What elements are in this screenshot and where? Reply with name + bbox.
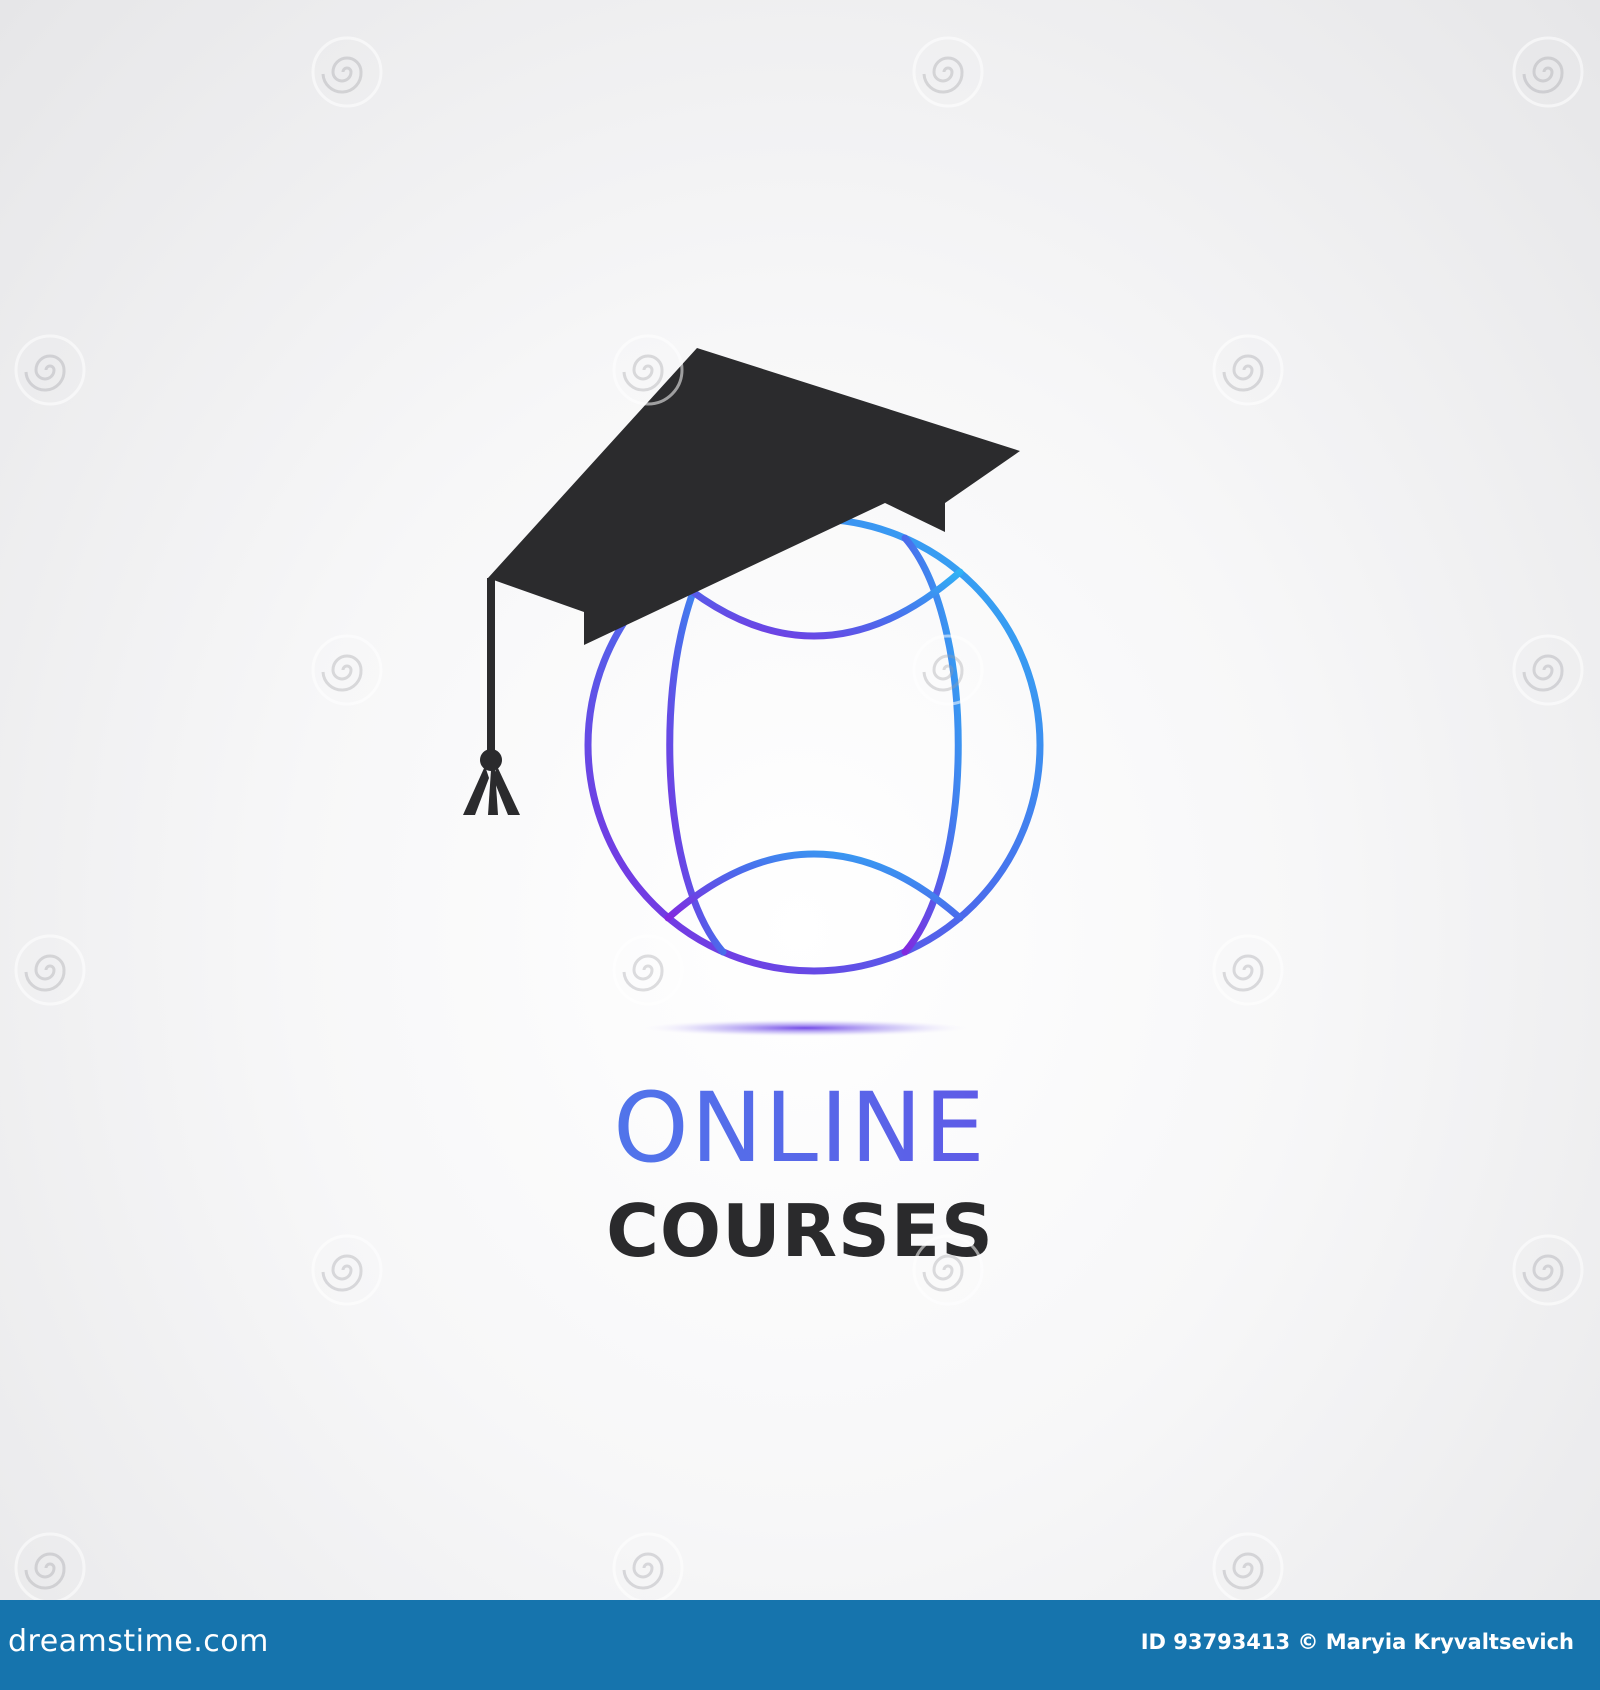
footer-bar: dreamstime.com ID 93793413 © Maryia Kryv… [0, 1600, 1600, 1690]
footer-credit: ID 93793413 © Maryia Kryvaltsevich [1140, 1630, 1574, 1654]
footer-brand[interactable]: dreamstime.com [8, 1624, 269, 1659]
logo-artwork [0, 0, 1600, 1600]
globe-shadow [635, 1019, 975, 1037]
logo-graphic [463, 348, 1044, 1037]
logo-title-courses: COURSES [606, 1189, 994, 1273]
logo-title-online: ONLINE [0, 1080, 1600, 1176]
